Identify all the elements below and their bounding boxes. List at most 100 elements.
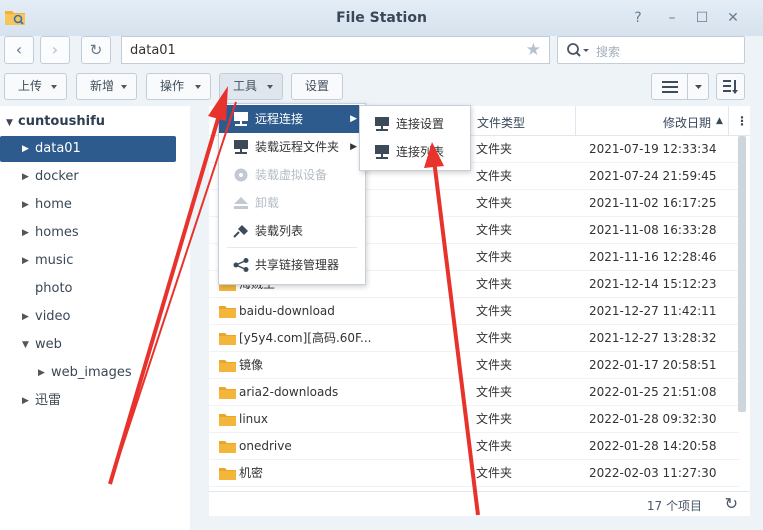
folder-icon (219, 333, 236, 345)
tree-root[interactable]: ▼ cuntoushifu (6, 114, 105, 129)
file-name: 机密 (239, 466, 264, 480)
remote-submenu-item-label: 连接设置 (396, 117, 445, 131)
file-modified-date: 2021-12-27 13:28:32 (589, 331, 717, 345)
settings-label: 设置 (305, 79, 330, 93)
upload-button[interactable]: 上传 (4, 73, 67, 100)
tree-item-label: docker (35, 169, 79, 184)
tree-item[interactable]: ▶ docker (0, 164, 190, 190)
tools-menu-item[interactable]: 共享链接管理器 (219, 251, 365, 279)
tree-item[interactable]: ▶ web_images (0, 360, 190, 386)
remote-submenu-item[interactable]: 连接设置 (360, 110, 470, 138)
table-row[interactable]: 镜像 文件夹 2022-01-17 20:58:51 (209, 352, 739, 379)
tree-item[interactable]: ▶ video (0, 304, 190, 330)
chevron-down-icon[interactable]: ▼ (22, 332, 29, 358)
tree-root-label: cuntoushifu (18, 114, 105, 129)
upload-label: 上传 (18, 79, 43, 93)
file-modified-date: 2021-11-16 12:28:46 (589, 250, 717, 264)
back-button[interactable]: ‹ (4, 36, 34, 64)
scrollbar[interactable] (738, 136, 746, 412)
tree-item[interactable]: ▶ data01 (0, 136, 176, 162)
tools-menu-item: 装载虚拟设备 (219, 161, 365, 189)
chevron-right-icon[interactable]: ▶ (22, 304, 29, 330)
folder-icon (219, 360, 236, 372)
file-modified-date: 2021-11-08 16:33:28 (589, 223, 717, 237)
column-modified[interactable]: 修改日期 (663, 114, 711, 131)
favorite-star-icon[interactable]: ★ (526, 40, 541, 60)
file-name: linux (239, 412, 268, 426)
tree-item[interactable]: photo (0, 276, 190, 302)
tree-item[interactable]: ▶ 迅雷 (0, 388, 190, 414)
forward-button[interactable]: › (40, 36, 70, 64)
chevron-right-icon[interactable]: ▶ (22, 248, 29, 274)
chevron-down-icon (695, 85, 702, 89)
minimize-button[interactable]: – (663, 9, 681, 27)
tools-menu-item: 卸载 (219, 189, 365, 217)
chevron-right-icon[interactable]: ▶ (22, 192, 29, 218)
file-type: 文件夹 (476, 358, 513, 372)
network-icon (375, 145, 389, 159)
column-options-icon[interactable]: ⋮ (736, 114, 748, 128)
tree-item-label: web_images (51, 365, 132, 380)
chevron-right-icon: ▶ (350, 142, 357, 152)
chevron-right-icon[interactable]: ▶ (22, 136, 29, 162)
file-type: 文件夹 (476, 223, 513, 237)
table-row[interactable]: linux 文件夹 2022-01-28 09:32:30 (209, 406, 739, 433)
tools-menu-item[interactable]: 装载远程文件夹 ▶ (219, 133, 365, 161)
action-button[interactable]: 操作 (146, 73, 211, 100)
folder-icon (219, 468, 236, 480)
tools-button[interactable]: 工具 (219, 73, 283, 100)
maximize-button[interactable]: ☐ (693, 9, 711, 27)
search-icon[interactable] (566, 42, 592, 60)
tree-item[interactable]: ▶ home (0, 192, 190, 218)
refresh-button[interactable]: ↻ (81, 36, 111, 64)
help-button[interactable]: ? (629, 9, 647, 27)
window-title: File Station (336, 10, 427, 26)
tools-menu-item[interactable]: 装载列表 (219, 217, 365, 245)
sort-button[interactable] (716, 73, 745, 100)
search-input[interactable]: 搜索 (557, 36, 745, 64)
tree-item-label: music (35, 253, 74, 268)
tools-menu-item[interactable]: 远程连接 ▶ (219, 105, 365, 133)
file-type: 文件夹 (476, 304, 513, 318)
file-type: 文件夹 (476, 169, 513, 183)
chevron-right-icon[interactable]: ▶ (38, 360, 45, 386)
chevron-right-icon[interactable]: ▶ (22, 220, 29, 246)
menu-separator (227, 247, 357, 248)
folder-icon (219, 306, 236, 318)
refresh-icon[interactable]: ↻ (725, 494, 738, 513)
file-type: 文件夹 (476, 331, 513, 345)
table-row[interactable]: 机密 文件夹 2022-02-03 11:27:30 (209, 460, 739, 487)
column-type[interactable]: 文件类型 (477, 114, 525, 131)
chevron-down-icon (121, 85, 127, 89)
table-row[interactable]: [y5y4.com][高码.60F... 文件夹 2021-12-27 13:28:… (209, 325, 739, 352)
tree-item-label: photo (35, 281, 73, 296)
chevron-down-icon[interactable]: ▼ (6, 118, 18, 128)
file-modified-date: 2021-12-27 11:42:11 (589, 304, 717, 318)
disc-icon (234, 168, 248, 182)
sort-ascending-icon: ▲ (716, 116, 723, 126)
view-mode-button[interactable] (651, 73, 709, 100)
table-row[interactable]: onedrive 文件夹 2022-01-28 14:20:58 (209, 433, 739, 460)
chevron-right-icon[interactable]: ▶ (22, 388, 29, 414)
path-field[interactable]: data01 ★ (121, 36, 550, 64)
create-button[interactable]: 新增 (76, 73, 137, 100)
remote-submenu-item[interactable]: 连接列表 (360, 138, 470, 166)
tools-menu-item-label: 装载虚拟设备 (255, 168, 328, 182)
file-modified-date: 2021-12-14 15:12:23 (589, 277, 717, 291)
settings-button[interactable]: 设置 (291, 73, 343, 100)
folder-icon (219, 414, 236, 426)
tree-item[interactable]: ▼ web (0, 332, 190, 358)
list-view-icon (662, 81, 678, 93)
chevron-right-icon[interactable]: ▶ (22, 164, 29, 190)
folder-tree: ▼ cuntoushifu ▶ data01 ▶ docker ▶ home ▶ homes ▶ m… (0, 106, 190, 530)
file-modified-date: 2022-01-28 14:20:58 (589, 439, 717, 453)
sort-icon (723, 80, 738, 94)
create-label: 新增 (90, 79, 115, 93)
tree-item-label: web (35, 337, 62, 352)
file-modified-date: 2022-01-28 09:32:30 (589, 412, 717, 426)
table-row[interactable]: baidu-download 文件夹 2021-12-27 11:42:11 (209, 298, 739, 325)
table-row[interactable]: aria2-downloads 文件夹 2022-01-25 21:51:08 (209, 379, 739, 406)
tree-item[interactable]: ▶ music (0, 248, 190, 274)
tree-item[interactable]: ▶ homes (0, 220, 190, 246)
close-button[interactable]: ✕ (724, 9, 742, 27)
